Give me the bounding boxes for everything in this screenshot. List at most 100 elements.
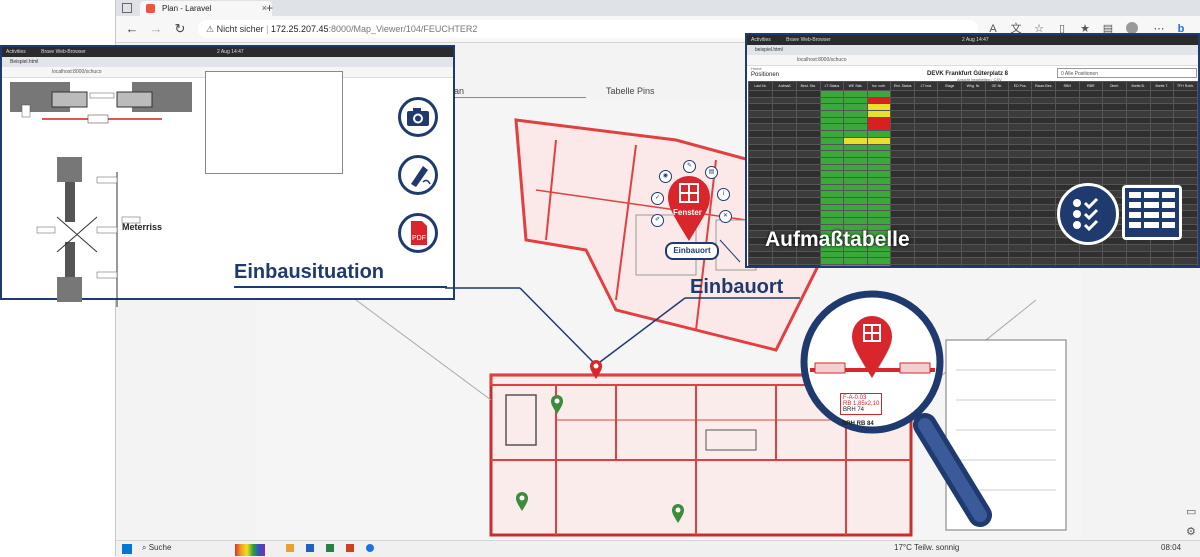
- measure-label: Meterriss: [122, 222, 163, 232]
- taskbar-app-icon[interactable]: [286, 544, 294, 552]
- sidebar-toggle-icon[interactable]: ▭: [1186, 505, 1196, 518]
- table-row[interactable]: [748, 176, 1198, 185]
- pdf-icon[interactable]: ▤: [705, 166, 718, 179]
- tab-plan[interactable]: Plan - Laravel ×: [140, 1, 272, 16]
- table-cell: [984, 250, 1009, 259]
- table-cell: [984, 110, 1009, 118]
- forward-icon[interactable]: →: [148, 21, 164, 37]
- table-row[interactable]: [748, 123, 1198, 132]
- table-cell: [772, 183, 797, 192]
- green-pin-icon[interactable]: [550, 395, 564, 415]
- table-cell: [843, 156, 868, 165]
- column-header[interactable]: Breite B.: [1125, 81, 1151, 91]
- table-cell: [748, 103, 773, 112]
- view-tab-pins[interactable]: Tabelle Pins: [606, 86, 655, 96]
- mini-url-bar[interactable]: localhost:8000/schuco: [747, 55, 1198, 66]
- taskbar-search[interactable]: ⌕ Suche: [142, 543, 171, 553]
- table-row[interactable]: [748, 150, 1198, 158]
- green-pin-icon[interactable]: [515, 492, 529, 512]
- table-cell: [1031, 136, 1057, 145]
- table-cell: [843, 123, 868, 132]
- edit-icon[interactable]: ✐: [651, 214, 664, 227]
- table-row[interactable]: [748, 90, 1198, 98]
- column-header[interactable]: Aufmaß: [772, 81, 797, 91]
- column-header[interactable]: GE Nr.: [984, 81, 1009, 91]
- column-header[interactable]: Inv. vorh.: [866, 81, 892, 91]
- column-header[interactable]: TFH Rohb.: [1173, 81, 1198, 91]
- table-cell: [1125, 176, 1151, 185]
- column-header[interactable]: Einl. Status: [890, 81, 916, 91]
- column-header[interactable]: Best. Sta.: [796, 81, 821, 91]
- back-icon[interactable]: ←: [124, 21, 140, 37]
- column-header[interactable]: Oberl.: [1102, 81, 1127, 91]
- table-row[interactable]: [748, 103, 1198, 112]
- info-icon[interactable]: i: [717, 188, 730, 201]
- reload-icon[interactable]: ↻: [172, 21, 188, 37]
- table-cell: [748, 170, 773, 178]
- column-header[interactable]: Lauf.Nr.: [748, 81, 773, 91]
- pdf-button[interactable]: PDF: [398, 213, 438, 253]
- table-row[interactable]: [748, 96, 1198, 105]
- table-row[interactable]: [748, 250, 1198, 259]
- table-row[interactable]: [748, 257, 1198, 265]
- pen-icon[interactable]: ✎: [683, 160, 696, 173]
- camera-icon[interactable]: ◉: [659, 170, 672, 183]
- camera-button[interactable]: [398, 97, 438, 137]
- taskbar-app-icon[interactable]: [326, 544, 334, 552]
- table-cell: [819, 176, 845, 185]
- tab-title[interactable]: Beispiel.html: [2, 59, 38, 65]
- check-icon[interactable]: ✓: [651, 192, 664, 205]
- table-cell: [866, 250, 892, 259]
- checklist-button[interactable]: [1057, 183, 1119, 245]
- table-row[interactable]: [748, 156, 1198, 165]
- delete-icon[interactable]: ✕: [719, 210, 732, 223]
- view-tab-map[interactable]: an: [454, 86, 464, 96]
- table-row[interactable]: [748, 163, 1198, 172]
- column-header[interactable]: Raum Bez.: [1031, 81, 1057, 91]
- table-row[interactable]: [748, 170, 1198, 178]
- weather-widget[interactable]: 17°C Teilw. sonnig: [894, 543, 959, 552]
- table-row[interactable]: [748, 143, 1198, 152]
- edit-button[interactable]: [398, 155, 438, 195]
- einbauort-marker-icon[interactable]: [589, 360, 603, 380]
- table-cell: [1102, 136, 1127, 145]
- column-header[interactable]: Breite T.: [1149, 81, 1175, 91]
- table-row[interactable]: [748, 110, 1198, 118]
- settings-gear-icon[interactable]: ⚙: [1186, 525, 1196, 538]
- column-header[interactable]: WE Stat.: [843, 81, 868, 91]
- position-filter-select[interactable]: 0 Alle Positionen: [1057, 68, 1197, 78]
- table-cell: [1102, 257, 1127, 265]
- table-row[interactable]: [748, 263, 1198, 266]
- table-cell: [796, 250, 821, 259]
- pen-icon: [411, 166, 431, 187]
- fenster-pin-group[interactable]: Fenster Einbauort ◉ ✎ ▤ i ✕ ✓ ✐: [645, 160, 745, 265]
- table-row[interactable]: [748, 136, 1198, 145]
- column-header[interactable]: ED Pos.: [1007, 81, 1033, 91]
- column-header[interactable]: RBH: [1055, 81, 1080, 91]
- new-tab-button[interactable]: +: [266, 0, 273, 16]
- green-pin-icon[interactable]: [671, 504, 685, 524]
- column-header[interactable]: LT Inst.: [914, 81, 939, 91]
- column-header[interactable]: Etage: [937, 81, 963, 91]
- windows-start-icon[interactable]: [122, 544, 132, 554]
- table-cell: [1102, 103, 1127, 112]
- table-row[interactable]: [748, 116, 1198, 125]
- table-row[interactable]: [748, 130, 1198, 138]
- table-cell: [1007, 163, 1033, 172]
- table-view-button[interactable]: [1122, 185, 1182, 240]
- table-cell: [937, 136, 963, 145]
- table-cell: [1102, 110, 1127, 118]
- column-header[interactable]: Whg. Nr.: [961, 81, 986, 91]
- taskbar-app-icon[interactable]: [306, 544, 314, 552]
- table-cell: [1031, 197, 1057, 205]
- breadcrumb[interactable]: Home: [751, 66, 762, 71]
- tab-title[interactable]: beispiel.html: [747, 47, 783, 53]
- table-cell: [984, 257, 1009, 265]
- window-menu-icon[interactable]: [122, 3, 132, 13]
- column-header[interactable]: RBR: [1078, 81, 1104, 91]
- taskbar-edge-icon[interactable]: [366, 544, 374, 552]
- einbauort-badge[interactable]: Einbauort: [665, 242, 719, 260]
- column-header[interactable]: LT Status: [819, 81, 845, 91]
- taskbar-app-icon[interactable]: [346, 544, 354, 552]
- table-cell: [819, 210, 845, 219]
